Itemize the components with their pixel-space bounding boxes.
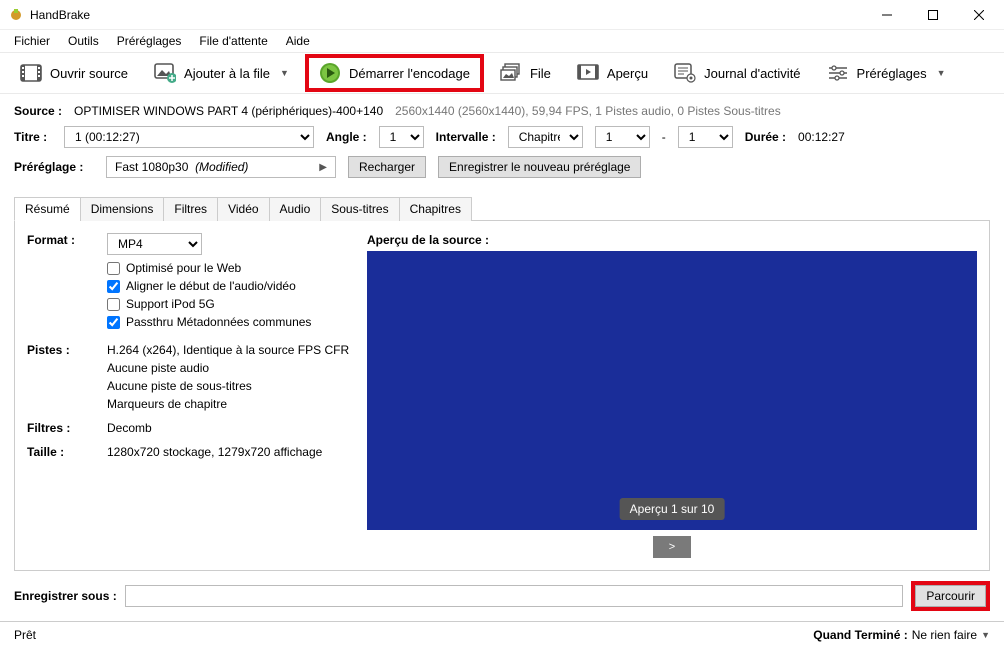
title-select[interactable]: 1 (00:12:27) <box>64 126 314 148</box>
preview-button[interactable]: Aperçu <box>567 58 658 88</box>
dropdown-caret-icon[interactable]: ▼ <box>981 630 990 640</box>
log-gear-icon <box>674 62 696 84</box>
track-line: Aucune piste audio <box>107 361 349 375</box>
filters-label: Filtres : <box>27 421 107 435</box>
tab-audio[interactable]: Audio <box>269 197 322 221</box>
metadata-check[interactable]: Passthru Métadonnées communes <box>107 315 311 329</box>
interval-label: Intervalle : <box>436 130 496 144</box>
maximize-button[interactable] <box>910 0 956 30</box>
preset-label: Préréglage : <box>14 160 94 174</box>
presets-button[interactable]: Préréglages ▼ <box>817 58 956 88</box>
size-label: Taille : <box>27 445 107 459</box>
save-as-label: Enregistrer sous : <box>14 589 117 603</box>
tab-summary[interactable]: Résumé <box>14 197 81 221</box>
browse-highlight: Parcourir <box>911 581 990 611</box>
status-text: Prêt <box>14 628 36 642</box>
window-title: HandBrake <box>30 8 864 22</box>
title-bar: HandBrake <box>0 0 1004 30</box>
tab-body: Format : MP4 Optimisé pour le Web Aligne… <box>14 221 990 571</box>
stack-icon <box>500 62 522 84</box>
minimize-button[interactable] <box>864 0 910 30</box>
film-icon <box>20 62 42 84</box>
track-line: H.264 (x264), Identique à la source FPS … <box>107 343 349 357</box>
start-encode-button[interactable]: Démarrer l'encodage <box>309 58 480 88</box>
chapter-to-select[interactable]: 1 <box>678 126 733 148</box>
menu-bar: Fichier Outils Préréglages File d'attent… <box>0 30 1004 52</box>
summary-left-pane: Format : MP4 Optimisé pour le Web Aligne… <box>27 233 367 558</box>
browse-button[interactable]: Parcourir <box>915 585 986 607</box>
menu-file[interactable]: Fichier <box>6 32 58 50</box>
preset-selector[interactable]: Fast 1080p30 (Modified) ▶ <box>106 156 336 178</box>
preview-icon <box>577 62 599 84</box>
source-name: OPTIMISER WINDOWS PART 4 (périphériques)… <box>74 104 383 118</box>
source-preview: Aperçu 1 sur 10 <box>367 251 977 530</box>
tracks-label: Pistes : <box>27 343 107 357</box>
save-preset-button[interactable]: Enregistrer le nouveau préréglage <box>438 156 641 178</box>
when-done-value[interactable]: Ne rien faire <box>912 628 977 642</box>
interval-type-select[interactable]: Chapitres <box>508 126 583 148</box>
start-encode-highlight: Démarrer l'encodage <box>305 54 484 92</box>
tab-dimensions[interactable]: Dimensions <box>80 197 165 221</box>
summary-right-pane: Aperçu de la source : Aperçu 1 sur 10 > <box>367 233 977 558</box>
size-value: 1280x720 stockage, 1279x720 affichage <box>107 445 322 459</box>
format-label: Format : <box>27 233 107 247</box>
menu-queue[interactable]: File d'attente <box>191 32 275 50</box>
format-select[interactable]: MP4 <box>107 233 202 255</box>
preview-label: Aperçu de la source : <box>367 233 977 247</box>
av-align-check[interactable]: Aligner le début de l'audio/vidéo <box>107 279 311 293</box>
menu-presets[interactable]: Préréglages <box>109 32 190 50</box>
preview-count-badge: Aperçu 1 sur 10 <box>620 498 725 520</box>
close-button[interactable] <box>956 0 1002 30</box>
tab-chapters[interactable]: Chapitres <box>399 197 472 221</box>
duration-value: 00:12:27 <box>798 130 845 144</box>
tab-filters[interactable]: Filtres <box>163 197 218 221</box>
queue-button[interactable]: File <box>490 58 561 88</box>
duration-label: Durée : <box>745 130 786 144</box>
open-source-button[interactable]: Ouvrir source <box>10 58 138 88</box>
filters-value: Decomb <box>107 421 152 435</box>
toolbar: Ouvrir source Ajouter à la file ▼ Démarr… <box>0 52 1004 94</box>
play-icon <box>319 62 341 84</box>
track-line: Marqueurs de chapitre <box>107 397 349 411</box>
ipod-check[interactable]: Support iPod 5G <box>107 297 311 311</box>
web-optimized-check[interactable]: Optimisé pour le Web <box>107 261 311 275</box>
reload-preset-button[interactable]: Recharger <box>348 156 426 178</box>
angle-label: Angle : <box>326 130 367 144</box>
save-path-input[interactable] <box>125 585 904 607</box>
source-section: Source : OPTIMISER WINDOWS PART 4 (périp… <box>0 94 1004 190</box>
source-info: 2560x1440 (2560x1440), 59,94 FPS, 1 Pist… <box>395 104 781 118</box>
status-bar: Prêt Quand Terminé : Ne rien faire ▼ <box>0 621 1004 647</box>
angle-select[interactable]: 1 <box>379 126 424 148</box>
title-label: Titre : <box>14 130 52 144</box>
preview-next-button[interactable]: > <box>653 536 691 558</box>
tab-subtitles[interactable]: Sous-titres <box>320 197 399 221</box>
sliders-icon <box>827 62 849 84</box>
menu-tools[interactable]: Outils <box>60 32 107 50</box>
track-line: Aucune piste de sous-titres <box>107 379 349 393</box>
dropdown-caret-icon: ▼ <box>937 68 946 78</box>
tab-strip: Résumé Dimensions Filtres Vidéo Audio So… <box>14 196 990 221</box>
save-row: Enregistrer sous : Parcourir <box>0 571 1004 621</box>
chapter-from-select[interactable]: 1 <box>595 126 650 148</box>
add-queue-button[interactable]: Ajouter à la file ▼ <box>144 58 299 88</box>
app-icon <box>8 7 24 23</box>
source-label: Source : <box>14 104 62 118</box>
dropdown-caret-icon: ▼ <box>280 68 289 78</box>
range-dash: - <box>662 130 666 144</box>
tab-video[interactable]: Vidéo <box>217 197 269 221</box>
when-done-label: Quand Terminé : <box>813 628 907 642</box>
activity-log-button[interactable]: Journal d'activité <box>664 58 810 88</box>
image-plus-icon <box>154 62 176 84</box>
chevron-right-icon: ▶ <box>319 162 327 173</box>
menu-help[interactable]: Aide <box>278 32 318 50</box>
